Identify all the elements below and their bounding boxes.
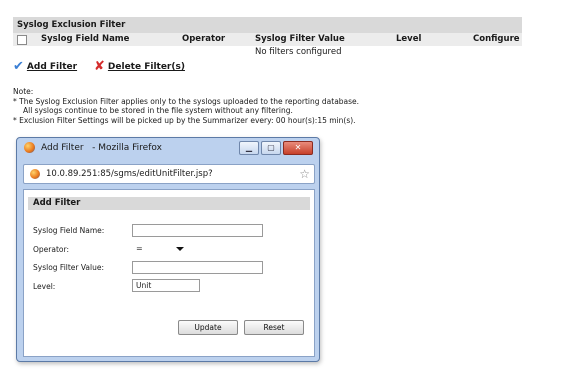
- syslog-filter-value-input[interactable]: [132, 261, 263, 274]
- checkmark-icon: ✔: [13, 59, 24, 74]
- note-line: * The Syslog Exclusion Filter applies on…: [13, 96, 360, 106]
- reset-button[interactable]: Reset: [244, 320, 304, 335]
- operator-label: Operator:: [33, 245, 69, 254]
- syslog-field-name-label: Syslog Field Name:: [33, 226, 105, 235]
- minimize-icon: ▁: [245, 143, 253, 152]
- level-label: Level:: [33, 282, 56, 291]
- syslog-exclusion-panel: Syslog Exclusion Filter Syslog Field Nam…: [13, 17, 522, 58]
- column-header-operator: Operator: [182, 34, 226, 44]
- note-line: All syslogs continue to be stored in the…: [23, 106, 293, 115]
- maximize-icon: ▢: [267, 143, 275, 152]
- note-line: * Exclusion Filter Settings will be pick…: [13, 115, 356, 125]
- site-icon: [30, 169, 40, 179]
- add-filter-link[interactable]: ✔ Add Filter: [13, 60, 77, 74]
- add-filter-popup-window: Add Filter - Mozilla Firefox ▁ ▢ ✕ 10.0.…: [16, 137, 320, 362]
- form-title: Add Filter: [28, 197, 310, 210]
- operator-select[interactable]: =: [132, 243, 184, 254]
- close-icon: ✕: [294, 143, 302, 152]
- select-all-checkbox[interactable]: [17, 35, 27, 45]
- window-controls: ▁ ▢ ✕: [237, 141, 313, 155]
- column-header-level: Level: [396, 34, 422, 44]
- column-header-configure: Configure: [473, 34, 520, 44]
- syslog-field-name-input[interactable]: [132, 224, 263, 237]
- panel-title: Syslog Exclusion Filter: [13, 17, 522, 33]
- notes-heading: Note:: [13, 87, 34, 96]
- dropdown-arrow-icon: [176, 247, 184, 251]
- update-button[interactable]: Update: [178, 320, 238, 335]
- window-title: Add Filter - Mozilla Firefox: [41, 143, 162, 153]
- notes-section: Note: * The Syslog Exclusion Filter appl…: [13, 87, 359, 125]
- level-input[interactable]: Unit: [132, 279, 200, 292]
- table-header: Syslog Field Name Operator Syslog Filter…: [13, 33, 522, 46]
- column-header-value: Syslog Filter Value: [255, 34, 345, 44]
- empty-table-message: No filters configured: [255, 47, 342, 57]
- delete-filters-label: Delete Filter(s): [107, 62, 185, 72]
- window-titlebar[interactable]: Add Filter - Mozilla Firefox ▁ ▢ ✕: [17, 138, 319, 158]
- popup-content: Add Filter Syslog Field Name: Operator: …: [23, 189, 315, 357]
- firefox-icon: [24, 142, 35, 153]
- syslog-filter-value-label: Syslog Filter Value:: [33, 263, 105, 272]
- address-bar[interactable]: 10.0.89.251:85/sgms/editUnitFilter.jsp? …: [23, 164, 315, 184]
- url-text: 10.0.89.251:85/sgms/editUnitFilter.jsp?: [46, 169, 213, 179]
- add-filter-label: Add Filter: [26, 62, 78, 72]
- x-mark-icon: ✘: [94, 59, 105, 74]
- operator-value: =: [136, 244, 143, 253]
- column-header-field: Syslog Field Name: [41, 34, 130, 44]
- star-icon[interactable]: ☆: [299, 166, 310, 182]
- close-button[interactable]: ✕: [283, 141, 313, 155]
- maximize-button[interactable]: ▢: [261, 141, 281, 155]
- minimize-button[interactable]: ▁: [239, 141, 259, 155]
- delete-filters-link[interactable]: ✘ Delete Filter(s): [94, 60, 185, 74]
